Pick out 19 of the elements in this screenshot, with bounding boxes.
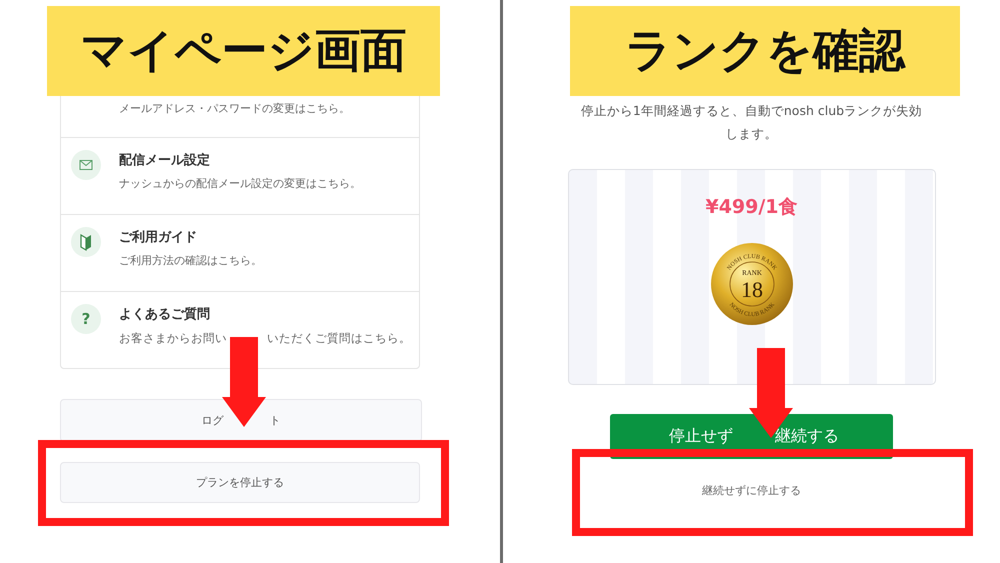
rank-number: 18 bbox=[740, 277, 762, 302]
menu-item-title[interactable]: ご利用ガイド bbox=[119, 229, 262, 247]
menu-item-description: お客さまからお問い bbox=[119, 330, 227, 346]
title-banner: マイページ画面 bbox=[47, 6, 440, 96]
menu-item-title[interactable]: よくあるご質問 bbox=[119, 306, 411, 324]
menu-item-description: いただくご質問はこちら。 bbox=[267, 330, 411, 346]
stop-link[interactable]: 継続せずに停止する bbox=[702, 483, 801, 498]
price-text: ¥499/1食 bbox=[705, 195, 798, 220]
menu-item-description: ナッシュからの配信メール設定の変更はこちら。 bbox=[119, 176, 361, 192]
notice-text: 停止から1年間経過すると、自動でnosh clubランクが失効します。 bbox=[580, 102, 924, 143]
title-banner: ランクを確認 bbox=[570, 6, 960, 96]
beginner-mark-icon bbox=[71, 227, 101, 257]
menu-item-description: メールアドレス・パスワードの変更はこちら。 bbox=[119, 101, 350, 117]
question-icon: ? bbox=[71, 304, 101, 334]
stop-plan-button[interactable]: プランを停止する bbox=[60, 462, 420, 503]
menu-item-title[interactable]: 配信メール設定 bbox=[119, 152, 361, 170]
logout-button[interactable]: ログ ト bbox=[60, 399, 422, 442]
envelope-icon bbox=[71, 150, 101, 180]
menu-item-description: ご利用方法の確認はこちら。 bbox=[119, 253, 262, 269]
